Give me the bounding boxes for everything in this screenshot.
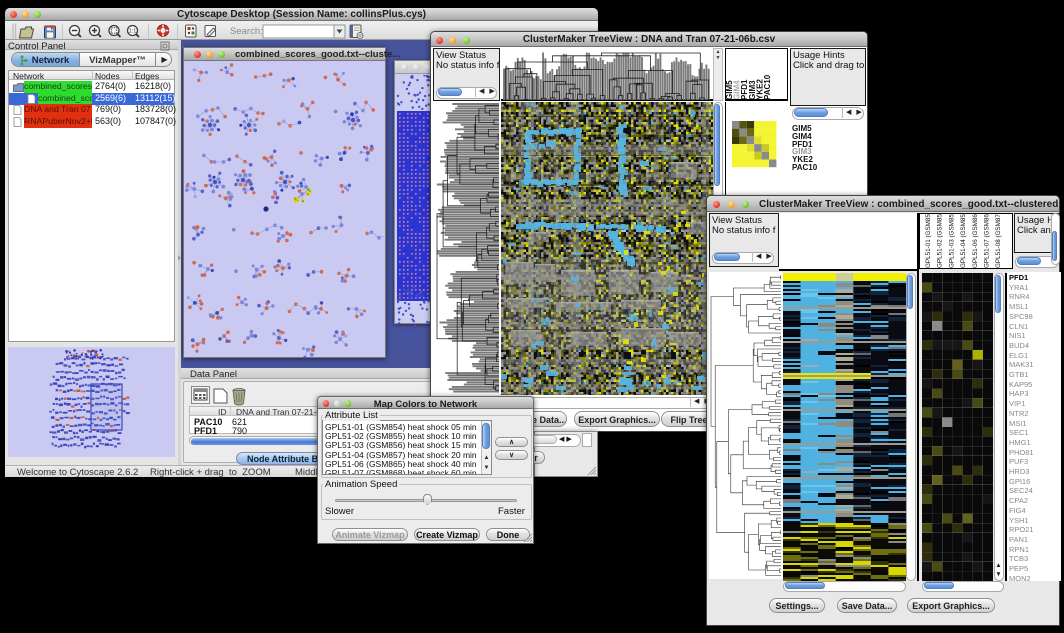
svg-text:GPL51-07 (GSM868): GPL51-07 (GSM868) xyxy=(984,214,991,268)
svg-text:GPL51-04 (GSM857): GPL51-04 (GSM857) xyxy=(960,214,967,268)
svg-text:Search:: Search: xyxy=(230,26,263,37)
svg-text:1:1: 1:1 xyxy=(129,29,137,35)
svg-text:GPL51-06 (GSM865): GPL51-06 (GSM865) xyxy=(972,214,979,268)
svg-text:GPL51-03 (GSM856): GPL51-03 (GSM856) xyxy=(948,214,955,268)
svg-text:GPL51-02 (GSM855): GPL51-02 (GSM855) xyxy=(937,214,944,268)
svg-text:PAC10: PAC10 xyxy=(763,74,772,100)
svg-text:GPL51-08 (GSM872): GPL51-08 (GSM872) xyxy=(995,214,1002,268)
svg-text:GPL51-01 (GSM854): GPL51-01 (GSM854) xyxy=(925,214,932,268)
